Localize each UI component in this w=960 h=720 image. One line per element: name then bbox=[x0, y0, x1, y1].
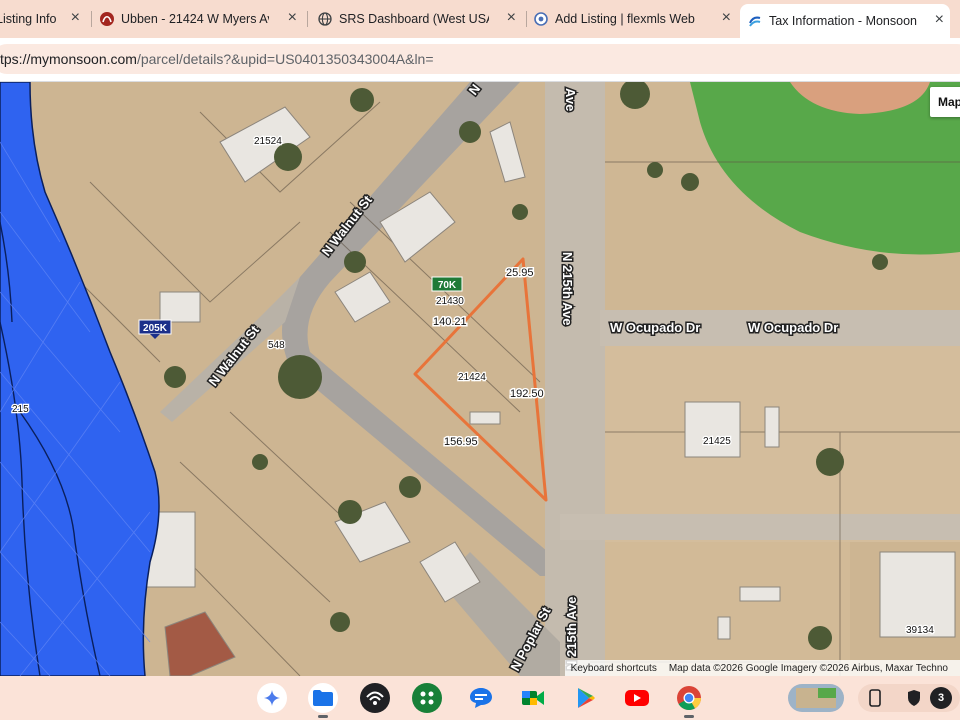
monsoon-icon bbox=[748, 14, 762, 28]
parcel-label-548[interactable]: 548 bbox=[267, 339, 287, 353]
system-shelf: 3 bbox=[0, 676, 960, 720]
street-label-n-215th-ave-mid: N 215th Ave bbox=[560, 252, 575, 325]
parcel-label-21524[interactable]: 21524 bbox=[253, 135, 284, 149]
running-indicator bbox=[318, 715, 328, 718]
tab-separator bbox=[91, 11, 92, 27]
price-badge-205k-label: 205K bbox=[143, 323, 168, 334]
map-data-attribution[interactable]: Map data ©2026 Google Imagery ©2026 Airb… bbox=[669, 663, 948, 674]
map-attribution: Keyboard shortcuts Map data ©2026 Google… bbox=[564, 660, 960, 676]
road-lower bbox=[560, 514, 960, 540]
meet-icon[interactable] bbox=[518, 683, 548, 713]
screen: Listing Info × Ubben - 21424 W Myers Ave… bbox=[0, 0, 960, 720]
price-badge-70k-label: 70K bbox=[438, 280, 457, 291]
tote-thumbnail[interactable] bbox=[788, 684, 844, 712]
tab-tax-information[interactable]: Tax Information - Monsoon × bbox=[740, 4, 950, 38]
youtube-icon[interactable] bbox=[622, 683, 652, 713]
flexmls-icon bbox=[534, 12, 548, 26]
browser-toolbar: tps://mymonsoon.com/parcel/details?&upid… bbox=[0, 38, 960, 82]
desert-patch bbox=[560, 342, 960, 542]
street-label-w-ocupado-dr-left: W Ocupado Dr bbox=[610, 320, 700, 335]
map-type-button[interactable]: Map bbox=[930, 87, 960, 117]
street-label-w-ocupado-dr-right: W Ocupado Dr bbox=[748, 320, 838, 335]
notification-count-badge[interactable]: 3 bbox=[930, 687, 952, 709]
messages-icon[interactable] bbox=[466, 683, 496, 713]
desert-patch bbox=[590, 542, 850, 676]
globe-icon bbox=[318, 12, 332, 26]
tab-add-listing[interactable]: Add Listing | flexmls Web × bbox=[532, 5, 737, 33]
tab-title: Listing Info bbox=[0, 12, 57, 26]
running-indicator bbox=[684, 715, 694, 718]
tab-overflow-edge bbox=[950, 5, 960, 33]
parcel-label-21430[interactable]: 21430 bbox=[435, 295, 466, 309]
chrome-icon[interactable] bbox=[674, 683, 704, 713]
files-icon[interactable] bbox=[308, 683, 338, 713]
close-tab-icon[interactable]: × bbox=[722, 10, 731, 26]
parcel-label-21425[interactable]: 21425 bbox=[702, 435, 733, 449]
tab-srs-dashboard[interactable]: SRS Dashboard (West USA C × bbox=[314, 5, 522, 33]
dimension-right: 192.50 bbox=[510, 388, 544, 400]
keyboard-shortcuts-link[interactable]: Keyboard shortcuts bbox=[571, 663, 657, 674]
parcel-label-215[interactable]: 215 bbox=[11, 403, 31, 417]
street-label-ave-top: Ave bbox=[563, 88, 578, 111]
ubben-favicon-icon bbox=[100, 12, 114, 26]
tab-listing-info[interactable]: Listing Info × bbox=[0, 5, 86, 33]
url-text[interactable]: tps://mymonsoon.com/parcel/details?&upid… bbox=[0, 51, 434, 67]
parcel-label-39134[interactable]: 39134 bbox=[905, 624, 936, 638]
tab-strip: Listing Info × Ubben - 21424 W Myers Ave… bbox=[0, 0, 960, 38]
url-path: /parcel/details?&upid=US0401350343004A&l… bbox=[136, 51, 434, 67]
tab-title: SRS Dashboard (West USA C bbox=[339, 12, 489, 26]
url-prefix: tps:// bbox=[0, 51, 31, 67]
tab-separator bbox=[307, 11, 308, 27]
shield-icon[interactable] bbox=[902, 683, 926, 713]
close-tab-icon[interactable]: × bbox=[935, 12, 944, 28]
satellite-map[interactable]: N Walnut St N Walnut St N Ave N 215th Av… bbox=[0, 82, 960, 676]
parcel-label-21424[interactable]: 21424 bbox=[457, 371, 488, 385]
url-host: mymonsoon.com bbox=[30, 51, 137, 67]
tab-title: Ubben - 21424 W Myers Ave | bbox=[121, 12, 269, 26]
map-canvas[interactable]: N Walnut St N Walnut St N Ave N 215th Av… bbox=[0, 82, 960, 676]
gemini-icon[interactable] bbox=[257, 683, 287, 713]
street-label-n-215th-ave-lower: N 215th Ave bbox=[564, 597, 579, 670]
price-badge-70k[interactable]: 70K bbox=[431, 276, 463, 292]
phone-hub-icon[interactable] bbox=[862, 683, 888, 713]
tab-title: Add Listing | flexmls Web bbox=[555, 12, 695, 26]
close-tab-icon[interactable]: × bbox=[507, 10, 516, 26]
tab-title: Tax Information - Monsoon bbox=[769, 14, 917, 28]
hotspot-icon[interactable] bbox=[360, 683, 390, 713]
play-store-icon[interactable] bbox=[571, 683, 601, 713]
dimension-bottom: 156.95 bbox=[444, 436, 478, 448]
close-tab-icon[interactable]: × bbox=[288, 10, 297, 26]
tab-ubben[interactable]: Ubben - 21424 W Myers Ave | × bbox=[98, 5, 303, 33]
app-launcher-icon[interactable] bbox=[412, 683, 442, 713]
dimension-top: 25.95 bbox=[506, 267, 534, 279]
road-n-215th-ave bbox=[545, 82, 605, 676]
tab-separator bbox=[526, 11, 527, 27]
dimension-left-top: 140.21 bbox=[433, 316, 467, 328]
close-tab-icon[interactable]: × bbox=[71, 10, 80, 26]
